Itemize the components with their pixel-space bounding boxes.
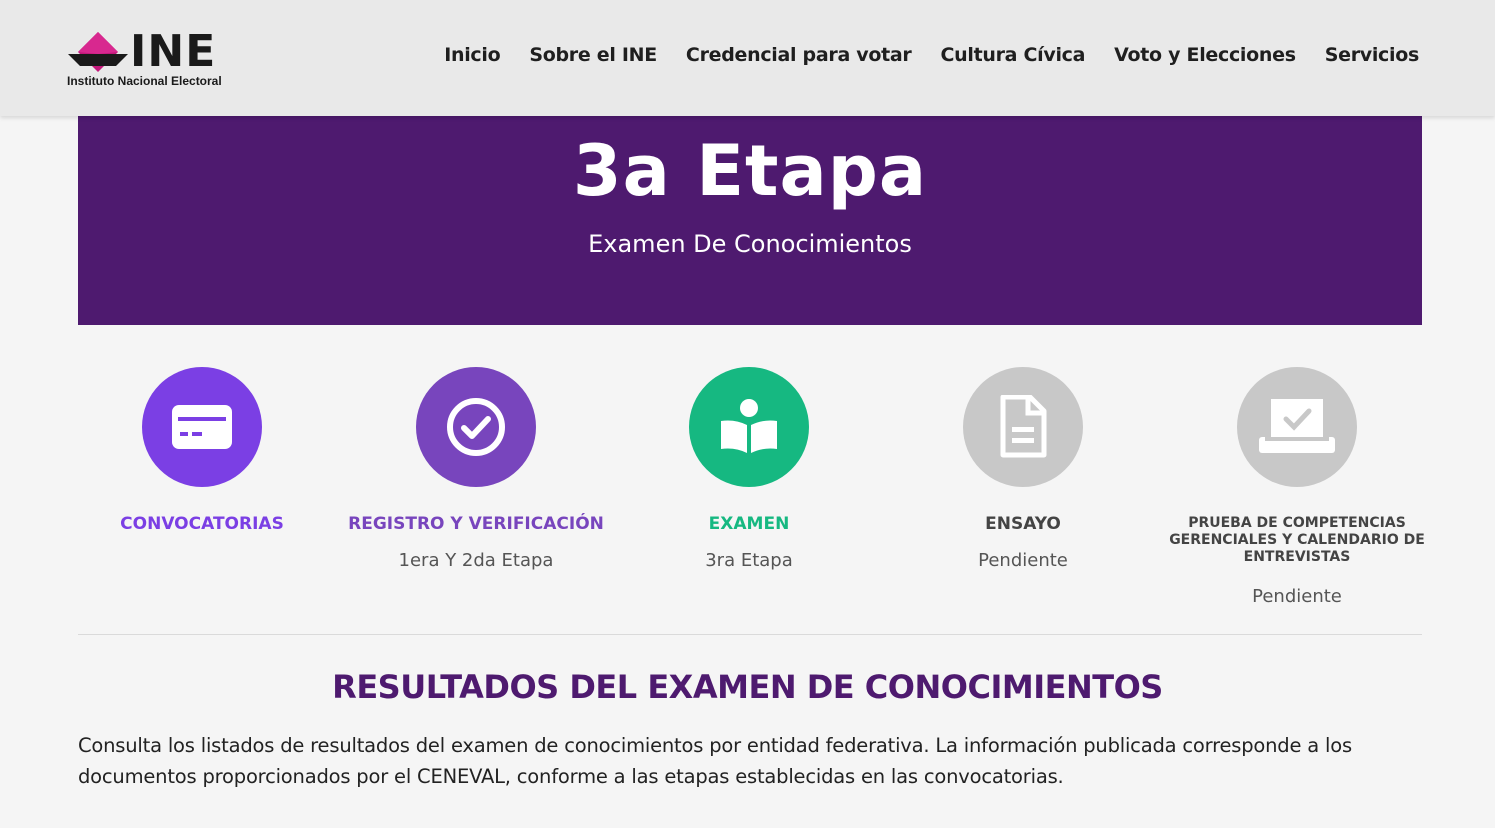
- nav-servicios[interactable]: Servicios: [1325, 44, 1420, 66]
- logo-subtitle: Instituto Nacional Electoral: [67, 74, 222, 88]
- step-examen[interactable]: EXAMEN 3ra Etapa: [619, 367, 879, 571]
- step-circle: [416, 367, 536, 487]
- nav-voto-elecciones[interactable]: Voto y Elecciones: [1114, 44, 1296, 66]
- step-circle: [142, 367, 262, 487]
- logo-wordmark: INE: [130, 26, 217, 77]
- step-label: REGISTRO Y VERIFICACIÓN: [348, 514, 604, 534]
- step-label: ENSAYO: [985, 514, 1061, 534]
- step-status: 1era Y 2da Etapa: [398, 550, 554, 571]
- nav-cultura-civica[interactable]: Cultura Cívica: [941, 44, 1086, 66]
- step-registro[interactable]: REGISTRO Y VERIFICACIÓN 1era Y 2da Etapa: [346, 367, 606, 571]
- step-label: PRUEBA DE COMPETENCIAS GERENCIALES Y CAL…: [1169, 515, 1425, 565]
- ine-diamond-icon: [68, 32, 128, 72]
- nav-sobre-el-ine[interactable]: Sobre el INE: [529, 44, 657, 66]
- step-status: Pendiente: [1252, 586, 1342, 607]
- site-header: INE Instituto Nacional Electoral Inicio …: [0, 0, 1495, 116]
- hero-banner: 3a Etapa Examen De Conocimientos: [78, 116, 1422, 325]
- results-description: Consulta los listados de resultados del …: [78, 734, 1352, 788]
- ine-logo[interactable]: INE Instituto Nacional Electoral: [66, 26, 251, 92]
- step-ensayo[interactable]: ENSAYO Pendiente: [893, 367, 1153, 571]
- main-nav: Inicio Sobre el INE Credencial para vota…: [444, 44, 1419, 66]
- section-divider: [78, 634, 1422, 635]
- ballot-box-icon: [1259, 399, 1335, 453]
- nav-credencial[interactable]: Credencial para votar: [686, 44, 912, 66]
- banner-subtitle: Examen De Conocimientos: [588, 230, 912, 258]
- banner-title: 3a Etapa: [572, 130, 928, 212]
- step-circle: [1237, 367, 1357, 487]
- document-icon: [1000, 395, 1047, 458]
- ticket-icon: [172, 405, 232, 449]
- reader-book-icon: [721, 399, 777, 453]
- step-convocatorias[interactable]: CONVOCATORIAS: [72, 367, 332, 534]
- step-circle: [963, 367, 1083, 487]
- nav-inicio[interactable]: Inicio: [444, 44, 500, 66]
- step-label: EXAMEN: [708, 514, 790, 534]
- results-title: RESULTADOS DEL EXAMEN DE CONOCIMIENTOS: [332, 668, 1163, 706]
- check-circle-icon: [447, 398, 505, 456]
- step-status: Pendiente: [978, 550, 1068, 571]
- step-circle: [689, 367, 809, 487]
- step-prueba-competencias[interactable]: PRUEBA DE COMPETENCIAS GERENCIALES Y CAL…: [1167, 367, 1427, 607]
- step-status: 3ra Etapa: [705, 550, 793, 571]
- step-label: CONVOCATORIAS: [120, 514, 284, 534]
